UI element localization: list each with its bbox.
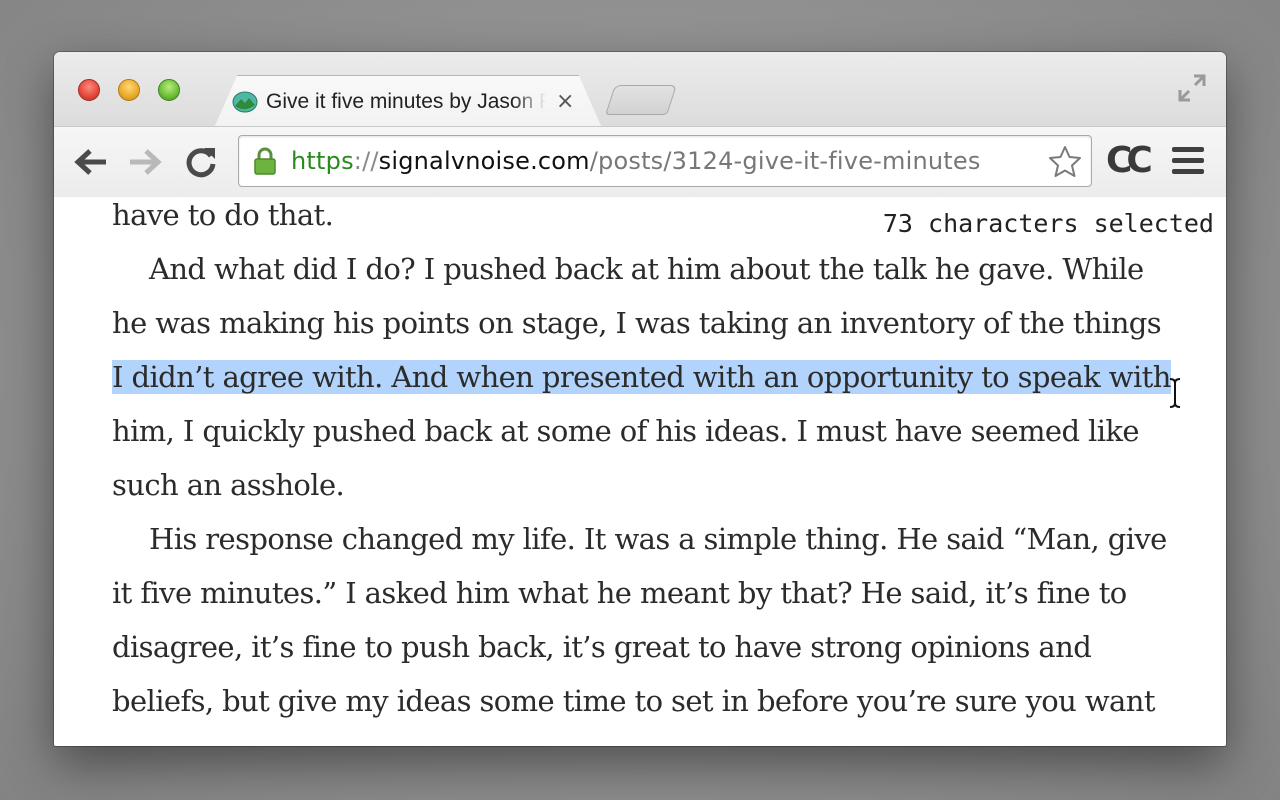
browser-window: Give it five minutes by Jason Fried × ht…: [54, 52, 1226, 746]
text-line[interactable]: such an asshole.: [112, 458, 1172, 512]
title-bar: Give it five minutes by Jason Fried ×: [54, 52, 1226, 126]
article-body[interactable]: have to do that. And what did I do? I pus…: [112, 197, 1172, 728]
text-cursor-icon: [1169, 378, 1181, 408]
address-bar[interactable]: https://signalvnoise.com/posts/3124-give…: [238, 135, 1092, 187]
tab-title: Give it five minutes by Jason Fried: [266, 90, 546, 113]
tab-content[interactable]: Give it five minutes by Jason Fried ×: [232, 82, 582, 122]
zoom-window-button[interactable]: [158, 79, 180, 101]
reload-icon[interactable]: [182, 144, 220, 180]
text-line[interactable]: disagree, it’s fine to push back, it’s g…: [112, 620, 1172, 674]
text-line[interactable]: His response changed my life. It was a s…: [112, 512, 1172, 566]
text-line[interactable]: beliefs, but give my ideas some time to …: [112, 674, 1172, 728]
new-tab-button[interactable]: [605, 85, 677, 115]
selection-status: 73 characters selected: [882, 209, 1214, 238]
lock-icon[interactable]: [251, 146, 279, 176]
line-text: disagree, it’s fine to push back, it’s g…: [112, 630, 1092, 664]
text-line[interactable]: And what did I do? I pushed back at him …: [112, 242, 1172, 296]
browser-toolbar: https://signalvnoise.com/posts/3124-give…: [54, 126, 1226, 198]
url-host: signalvnoise.com: [378, 147, 590, 175]
line-text: such an asshole.: [112, 468, 345, 502]
cc-extension-button[interactable]: CC: [1106, 141, 1153, 181]
minimize-window-button[interactable]: [118, 79, 140, 101]
line-text: it five minutes.” I asked him what he me…: [112, 576, 1127, 610]
forward-arrow-icon[interactable]: [126, 144, 164, 180]
bookmark-star-icon[interactable]: [1047, 144, 1083, 180]
line-text: he was making his points on stage, I was…: [112, 306, 1162, 340]
favicon-icon: [232, 91, 258, 113]
menu-hamburger-icon[interactable]: [1172, 147, 1204, 177]
tab-close-icon[interactable]: ×: [556, 91, 574, 113]
text-line[interactable]: it five minutes.” I asked him what he me…: [112, 566, 1172, 620]
line-text: And what did I do? I pushed back at him …: [149, 252, 1144, 286]
line-text: His response changed my life. It was a s…: [149, 522, 1167, 556]
url-separator: ://: [353, 147, 379, 175]
back-arrow-icon[interactable]: [72, 144, 110, 180]
text-line[interactable]: he was making his points on stage, I was…: [112, 296, 1172, 350]
selected-text: I didn’t agree with. And when presented …: [112, 360, 1171, 394]
close-window-button[interactable]: [78, 79, 100, 101]
page-content[interactable]: have to do that. And what did I do? I pus…: [54, 197, 1226, 746]
line-text: him, I quickly pushed back at some of hi…: [112, 414, 1140, 448]
url-scheme: https: [291, 147, 354, 175]
fullscreen-icon[interactable]: [1176, 72, 1208, 104]
text-line[interactable]: I didn’t agree with. And when presented …: [112, 350, 1172, 404]
line-text: beliefs, but give my ideas some time to …: [112, 684, 1155, 718]
line-text: have to do that.: [112, 198, 334, 232]
text-line[interactable]: him, I quickly pushed back at some of hi…: [112, 404, 1172, 458]
url-path: /posts/3124-give-it-five-minutes: [589, 147, 981, 175]
url-text[interactable]: https://signalvnoise.com/posts/3124-give…: [291, 147, 1031, 175]
